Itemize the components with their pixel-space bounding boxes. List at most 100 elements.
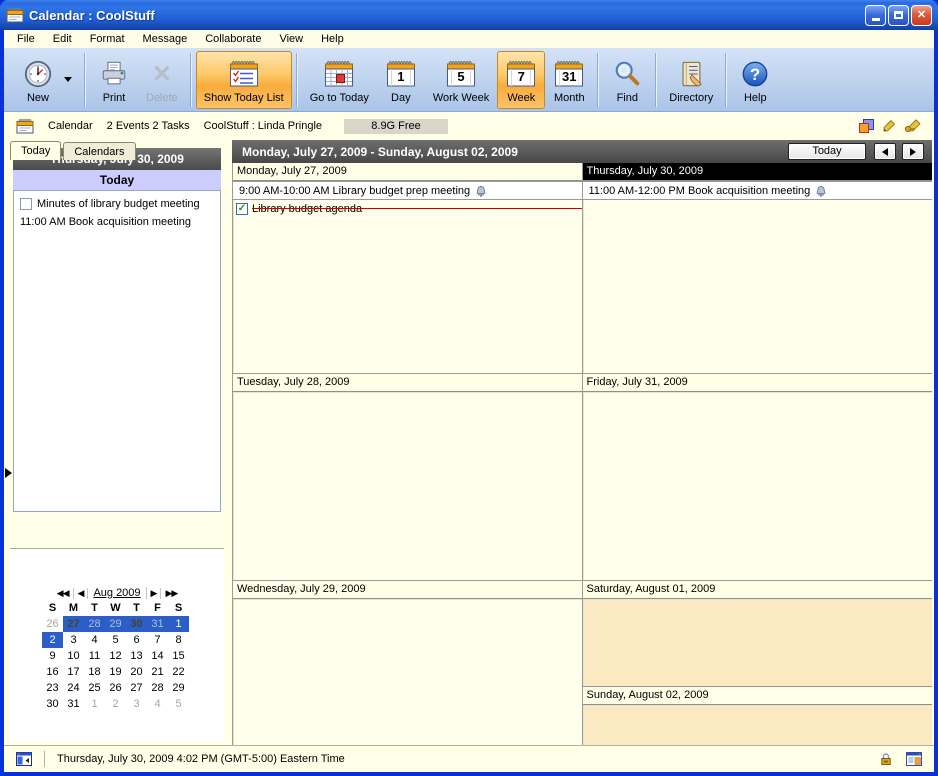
- mini-calendar-day[interactable]: 6: [126, 632, 147, 648]
- mini-calendar-day[interactable]: 3: [126, 696, 147, 712]
- mini-calendar-day[interactable]: 2: [105, 696, 126, 712]
- day-body[interactable]: [583, 392, 933, 580]
- go-to-today-button[interactable]: Go to Today: [302, 51, 377, 109]
- mini-calendar-day[interactable]: 4: [84, 632, 105, 648]
- mini-calendar-day[interactable]: 8: [168, 632, 189, 648]
- next-week-button[interactable]: [902, 143, 924, 160]
- mini-calendar-day[interactable]: 1: [84, 696, 105, 712]
- minimize-button[interactable]: [865, 5, 886, 26]
- maximize-button[interactable]: [888, 5, 909, 26]
- mini-calendar-day[interactable]: 5: [105, 632, 126, 648]
- mini-calendar-day[interactable]: 10: [63, 648, 84, 664]
- list-item[interactable]: Minutes of library budget meeting: [17, 195, 217, 213]
- mini-calendar-day[interactable]: 31: [63, 696, 84, 712]
- find-button[interactable]: Find: [603, 51, 651, 109]
- delete-button[interactable]: ✕ Delete: [138, 51, 186, 109]
- mini-calendar-day[interactable]: 11: [84, 648, 105, 664]
- tab-today[interactable]: Today: [10, 141, 61, 160]
- toolbar-separator: [84, 53, 86, 107]
- day-body[interactable]: [583, 705, 933, 745]
- show-today-list-button[interactable]: Show Today List: [196, 51, 292, 109]
- mini-calendar-day[interactable]: 3: [63, 632, 84, 648]
- panel-collapse-handle[interactable]: [5, 468, 12, 478]
- mini-calendar-day[interactable]: 29: [105, 616, 126, 632]
- mini-calendar-day[interactable]: 30: [42, 696, 63, 712]
- directory-button[interactable]: Directory: [661, 51, 721, 109]
- mini-calendar-day[interactable]: 27: [63, 616, 84, 632]
- mini-calendar-day[interactable]: 4: [147, 696, 168, 712]
- edit-pencil-icon[interactable]: [882, 119, 896, 133]
- menu-item[interactable]: File: [8, 31, 44, 47]
- mini-calendar-day[interactable]: 26: [105, 680, 126, 696]
- mini-calendar-day[interactable]: 13: [126, 648, 147, 664]
- task-checkbox-checked[interactable]: ✓: [236, 203, 248, 215]
- mini-calendar-day[interactable]: 29: [168, 680, 189, 696]
- next-month-icon[interactable]: ▶: [147, 588, 162, 599]
- prev-year-icon[interactable]: ◀◀: [53, 588, 74, 599]
- prev-month-icon[interactable]: ◀: [74, 588, 89, 599]
- previous-week-button[interactable]: [874, 143, 896, 160]
- mini-calendar-month[interactable]: Aug 2009: [88, 587, 146, 599]
- mini-calendar-day[interactable]: 19: [105, 664, 126, 680]
- mini-calendar-day[interactable]: 28: [147, 680, 168, 696]
- mini-calendar-day[interactable]: 20: [126, 664, 147, 680]
- mini-calendar-day[interactable]: 25: [84, 680, 105, 696]
- new-button[interactable]: New: [14, 51, 62, 109]
- work-week-view-button[interactable]: 5 Work Week: [425, 51, 497, 109]
- mini-calendar-day[interactable]: 5: [168, 696, 189, 712]
- help-button[interactable]: Help: [731, 51, 779, 109]
- mini-calendar-day[interactable]: 7: [147, 632, 168, 648]
- mini-calendar-day[interactable]: 26: [42, 616, 63, 632]
- close-button[interactable]: ✕: [911, 5, 932, 26]
- event-item[interactable]: 9:00 AM-10:00 AM Library budget prep mee…: [233, 181, 582, 200]
- mini-calendar-day[interactable]: 1: [168, 616, 189, 632]
- tab-calendars[interactable]: Calendars: [63, 142, 135, 160]
- status-bar: Thursday, July 30, 2009 4:02 PM (GMT-5:0…: [4, 745, 934, 772]
- window-layout-icon[interactable]: [906, 752, 922, 766]
- day-body[interactable]: [233, 392, 582, 580]
- mini-calendar-day[interactable]: 9: [42, 648, 63, 664]
- task-item[interactable]: ✓ Library budget agenda: [233, 200, 582, 217]
- mini-calendar-day[interactable]: 12: [105, 648, 126, 664]
- mini-calendar-weekday: W: [105, 601, 126, 616]
- mini-calendar-day[interactable]: 17: [63, 664, 84, 680]
- mini-calendar-day[interactable]: 28: [84, 616, 105, 632]
- next-year-icon[interactable]: ▶▶: [161, 588, 181, 599]
- menu-item[interactable]: View: [270, 31, 312, 47]
- day-view-button[interactable]: 1 Day: [377, 51, 425, 109]
- toggle-panel-icon[interactable]: [16, 752, 32, 766]
- menu-item[interactable]: Edit: [44, 31, 81, 47]
- event-item[interactable]: 11:00 AM-12:00 PM Book acquisition meeti…: [583, 181, 933, 200]
- mini-calendar-day[interactable]: 21: [147, 664, 168, 680]
- mini-calendar-nav: ◀◀ ◀ Aug 2009 ▶ ▶▶: [42, 585, 192, 601]
- mini-calendar-day[interactable]: 18: [84, 664, 105, 680]
- week-view-button[interactable]: 7 Week: [497, 51, 545, 109]
- month-view-button[interactable]: 31 Month: [545, 51, 593, 109]
- mini-calendar-day[interactable]: 14: [147, 648, 168, 664]
- view-properties-icon[interactable]: [859, 119, 874, 133]
- mini-calendar-day[interactable]: 31: [147, 616, 168, 632]
- new-dropdown-arrow[interactable]: [64, 77, 72, 82]
- mini-calendar-day[interactable]: 23: [42, 680, 63, 696]
- list-item[interactable]: 11:00 AM Book acquisition meeting: [17, 213, 217, 231]
- day-body[interactable]: [233, 599, 582, 745]
- mini-calendar-day[interactable]: 15: [168, 648, 189, 664]
- menu-item[interactable]: Format: [81, 31, 134, 47]
- mini-calendar-day[interactable]: 2: [42, 632, 63, 648]
- mini-calendar-day[interactable]: 24: [63, 680, 84, 696]
- mini-calendar-day[interactable]: 22: [168, 664, 189, 680]
- day-cell-thursday: Thursday, July 30, 2009 11:00 AM-12:00 P…: [583, 163, 933, 374]
- print-button[interactable]: Print: [90, 51, 138, 109]
- day-body[interactable]: 11:00 AM-12:00 PM Book acquisition meeti…: [583, 181, 933, 373]
- task-checkbox[interactable]: [20, 198, 32, 210]
- mini-calendar-day[interactable]: 30: [126, 616, 147, 632]
- mini-calendar-day[interactable]: 16: [42, 664, 63, 680]
- mini-calendar-day[interactable]: 27: [126, 680, 147, 696]
- menu-item[interactable]: Message: [134, 31, 197, 47]
- menu-item[interactable]: Collaborate: [196, 31, 270, 47]
- day-body[interactable]: [583, 599, 933, 686]
- day-body[interactable]: 9:00 AM-10:00 AM Library budget prep mee…: [233, 181, 582, 373]
- today-button[interactable]: Today: [788, 143, 866, 160]
- menu-item[interactable]: Help: [312, 31, 353, 47]
- permissions-key-pencil-icon[interactable]: [904, 119, 922, 133]
